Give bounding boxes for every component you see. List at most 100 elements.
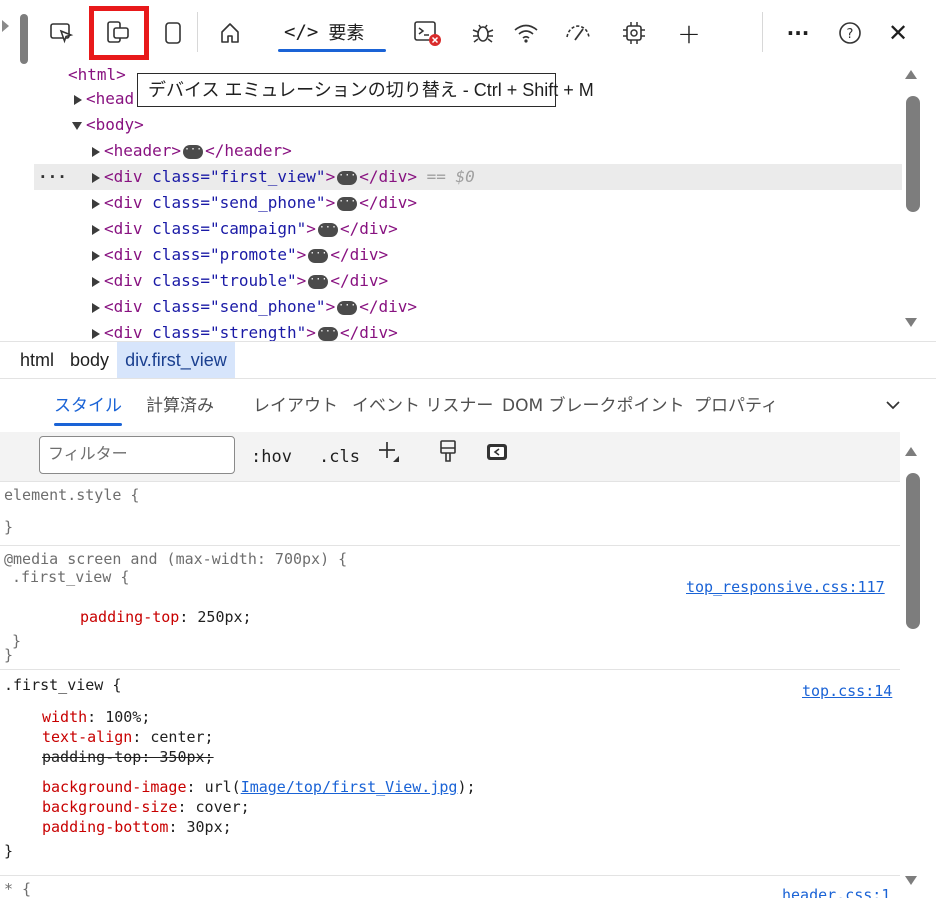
css-declaration[interactable]: padding-bottom: 30px;: [42, 818, 232, 836]
dom-scroll-up-icon[interactable]: [905, 70, 917, 79]
element-style-selector[interactable]: element.style {: [4, 486, 139, 504]
left-scrollbar-thumb[interactable]: [20, 14, 28, 64]
source-link[interactable]: header.css:1: [782, 886, 890, 898]
universal-rule: * { header.css:1: [0, 876, 900, 898]
ellipsis-badge-icon[interactable]: ···: [317, 222, 338, 237]
css-declaration[interactable]: padding-top: 250px;: [80, 608, 252, 626]
console-icon[interactable]: [412, 16, 444, 50]
media-rule: @media screen and (max-width: 700px) { .…: [0, 546, 900, 670]
expand-triangle-icon[interactable]: [92, 224, 100, 235]
ellipsis-badge-icon[interactable]: ···: [337, 170, 358, 185]
dom-row[interactable]: <div class="campaign"> ··· </div>: [92, 216, 398, 242]
attr-value: "send_phone": [209, 193, 326, 212]
dom-row[interactable]: <div class="send_phone"> ··· </div>: [92, 190, 417, 216]
tag-open: <div: [104, 219, 153, 238]
tab-properties[interactable]: プロパティ: [694, 380, 778, 432]
expand-triangle-icon[interactable]: [92, 172, 100, 183]
filter-input[interactable]: [39, 436, 235, 474]
welcome-home-icon[interactable]: [214, 16, 246, 50]
expand-triangle-icon[interactable]: [92, 250, 100, 261]
image-url-link[interactable]: Image/top/first_View.jpg: [241, 778, 458, 796]
ellipsis-badge-icon[interactable]: ···: [308, 274, 329, 289]
dock-icon[interactable]: [157, 16, 189, 50]
source-link[interactable]: top_responsive.css:117: [686, 578, 885, 596]
hov-button[interactable]: :hov: [251, 442, 292, 472]
ellipsis-badge-icon[interactable]: ···: [337, 300, 358, 315]
dom-row[interactable]: <div class="promote"> ··· </div>: [92, 242, 388, 268]
ellipsis-badge-icon[interactable]: ···: [183, 144, 204, 159]
more-tools-icon[interactable]: ···: [782, 16, 814, 50]
tag-open-end: >: [306, 219, 316, 238]
css-declaration[interactable]: width: 100%;: [42, 708, 150, 726]
dom-row[interactable]: <div class="trouble"> ··· </div>: [92, 268, 388, 294]
css-declaration[interactable]: text-align: center;: [42, 728, 214, 746]
rule-selector[interactable]: * {: [4, 880, 31, 898]
add-tool-icon[interactable]: +: [673, 16, 705, 50]
tab-dom-breakpoints[interactable]: DOM ブレークポイント: [502, 380, 685, 432]
tag-close: </div>: [359, 297, 417, 316]
network-wifi-icon[interactable]: [510, 16, 542, 50]
help-icon[interactable]: ?: [834, 16, 866, 50]
performance-icon[interactable]: [562, 16, 594, 50]
expand-triangle-icon[interactable]: [92, 198, 100, 209]
dom-html-line[interactable]: <html>: [68, 64, 126, 88]
dom-row[interactable]: <div class="send_phone"> ··· </div>: [92, 294, 417, 320]
attr-value: "promote": [209, 245, 297, 264]
memory-chip-icon[interactable]: [618, 16, 650, 50]
breadcrumb-html[interactable]: html: [12, 342, 62, 378]
row-actions-icon[interactable]: ···: [38, 164, 67, 190]
url-open: url(: [204, 778, 241, 796]
dom-head-line[interactable]: <head: [74, 86, 134, 112]
styles-scroll-down-icon[interactable]: [905, 876, 917, 885]
rule-close-brace: }: [12, 632, 22, 650]
collapse-triangle-icon[interactable]: [72, 121, 82, 130]
cls-button[interactable]: .cls: [319, 442, 360, 472]
toggle-sidebar-icon[interactable]: [484, 440, 510, 470]
dom-body-line[interactable]: <body>: [72, 112, 144, 138]
css-declaration[interactable]: background-size: cover;: [42, 798, 250, 816]
dom-row[interactable]: <div class="strength"> ··· </div>: [92, 320, 398, 342]
expand-triangle-icon[interactable]: [92, 302, 100, 313]
tag-open: <div: [104, 167, 153, 186]
ellipsis-badge-icon[interactable]: ···: [317, 326, 338, 341]
breadcrumb-body[interactable]: body: [62, 342, 117, 378]
rule-selector[interactable]: .first_view {: [12, 568, 129, 586]
dom-row-selected[interactable]: ··· <div class="first_view"> ··· </div> ==…: [34, 164, 902, 190]
chevron-down-icon[interactable]: [885, 396, 901, 415]
property-value: center;: [150, 728, 214, 746]
source-link[interactable]: top.css:14: [802, 682, 892, 700]
dom-scrollbar-thumb[interactable]: [906, 96, 920, 212]
expand-triangle-icon[interactable]: [92, 276, 100, 287]
overridden-declaration[interactable]: padding-top: 350px;: [42, 748, 214, 766]
styles-scrollbar-thumb[interactable]: [906, 473, 920, 629]
tag-close: </div>: [330, 271, 389, 290]
ellipsis-badge-icon[interactable]: ···: [308, 248, 329, 263]
dom-row-header[interactable]: <header> ··· </header>: [92, 138, 292, 164]
tag-close: </div>: [339, 323, 398, 342]
tab-event-listeners[interactable]: イベント リスナー: [352, 380, 493, 432]
attr-name: class=: [152, 193, 210, 212]
active-tab-underline: [278, 49, 386, 52]
sources-bug-icon[interactable]: [467, 16, 499, 50]
tab-elements[interactable]: </> 要素: [268, 12, 396, 52]
inspect-icon[interactable]: [46, 16, 78, 50]
tab-computed[interactable]: 計算済み: [146, 380, 214, 432]
paint-brush-icon[interactable]: [437, 438, 459, 468]
expand-triangle-icon[interactable]: [92, 146, 100, 157]
tag-open-end: >: [325, 297, 336, 316]
tab-layout[interactable]: レイアウト: [253, 380, 338, 432]
close-icon[interactable]: ✕: [882, 16, 914, 50]
expand-triangle-icon[interactable]: [74, 94, 82, 105]
breadcrumb-div-first-view[interactable]: div.first_view: [117, 342, 235, 378]
html-tag: <html>: [68, 65, 126, 84]
styles-scroll-up-icon[interactable]: [905, 447, 917, 456]
tag-close: </div>: [359, 167, 417, 186]
new-rule-icon[interactable]: [376, 436, 402, 466]
property-name: background-size: [42, 798, 178, 816]
css-declaration[interactable]: background-image: url(Image/top/first_Vi…: [42, 778, 476, 796]
rule-selector[interactable]: .first_view {: [4, 676, 121, 694]
tab-styles[interactable]: スタイル: [54, 380, 122, 432]
ellipsis-badge-icon[interactable]: ···: [337, 196, 358, 211]
dom-scroll-down-icon[interactable]: [905, 318, 917, 327]
expand-triangle-icon[interactable]: [92, 328, 100, 339]
